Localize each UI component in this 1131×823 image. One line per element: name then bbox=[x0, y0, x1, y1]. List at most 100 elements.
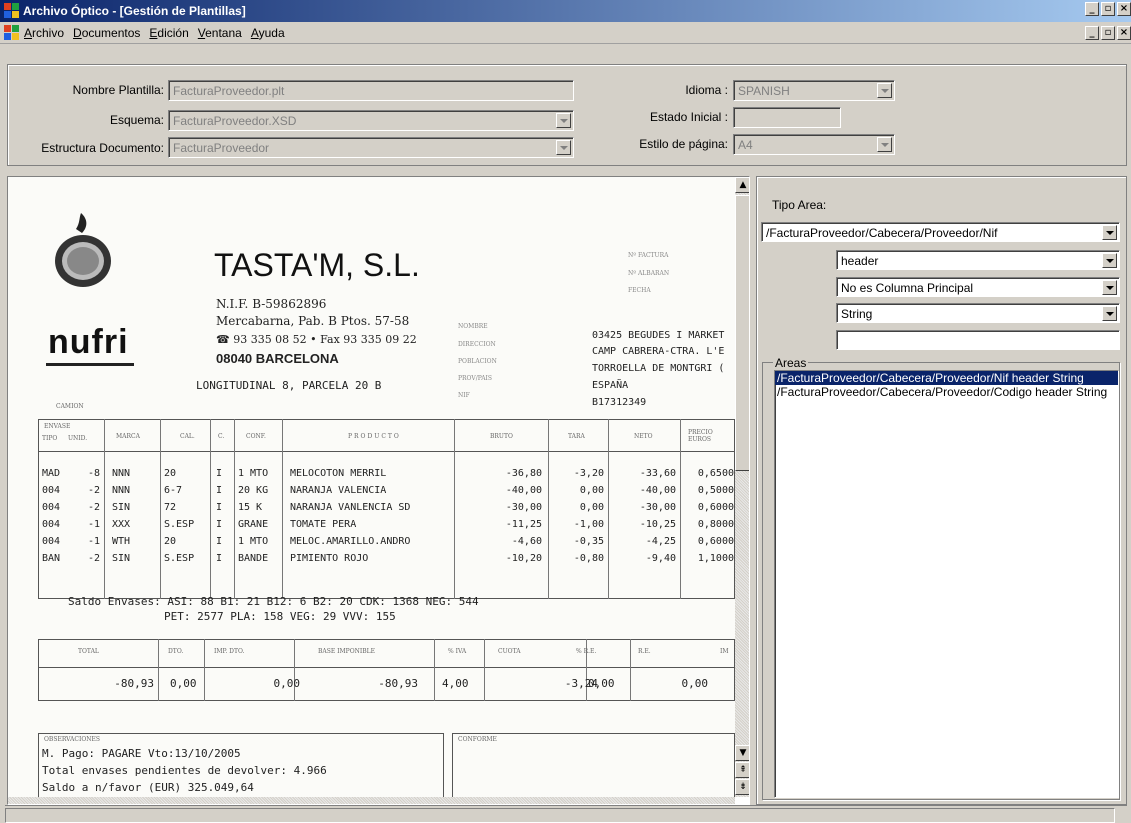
idioma-value: SPANISH bbox=[738, 84, 790, 98]
menu-edicion[interactable]: Edición bbox=[149, 26, 188, 40]
totals-header: TOTAL bbox=[78, 648, 99, 655]
columna-select[interactable]: No es Columna Principal bbox=[836, 277, 1120, 297]
child-close-button[interactable]: × bbox=[1117, 26, 1131, 40]
meta-label: Nº FACTURA bbox=[628, 252, 669, 259]
section-select[interactable]: header bbox=[836, 250, 1120, 270]
minimize-button[interactable]: _ bbox=[1085, 2, 1099, 16]
chevron-down-icon[interactable] bbox=[1102, 306, 1117, 321]
page-down-button[interactable]: ⇟ bbox=[735, 779, 749, 795]
table-cell: 1 MTO bbox=[238, 536, 269, 547]
document-viewer[interactable]: nufri TASTA'M, S.L. N.I.F. B-59862896 Me… bbox=[7, 176, 750, 805]
chevron-down-icon[interactable] bbox=[1102, 225, 1117, 240]
table-cell: 20 KG bbox=[238, 485, 269, 496]
table-cell: -30,00 bbox=[639, 502, 676, 513]
areas-list[interactable]: /FacturaProveedor/Cabecera/Proveedor/Nif… bbox=[774, 370, 1119, 798]
chevron-down-icon[interactable] bbox=[556, 113, 571, 128]
estructura-label: Estructura Documento: bbox=[41, 141, 164, 155]
nufri-logo bbox=[55, 213, 111, 287]
col-header: TIPO bbox=[42, 435, 58, 442]
table-cell: NARANJA VANLENCIA SD bbox=[290, 502, 411, 513]
menu-documentos[interactable]: Documentos bbox=[73, 26, 140, 40]
table-cell: -1 bbox=[87, 536, 100, 547]
totals-value: 0,00 bbox=[170, 677, 197, 690]
horizontal-scrollbar[interactable] bbox=[8, 797, 735, 804]
obs-line: Saldo a n/favor (EUR) 325.049,64 bbox=[42, 781, 254, 794]
totals-header: DTO. bbox=[168, 648, 184, 655]
col-header: TARA bbox=[568, 433, 585, 440]
scanned-invoice[interactable]: nufri TASTA'M, S.L. N.I.F. B-59862896 Me… bbox=[8, 177, 735, 797]
vertical-scrollbar[interactable]: ▲ ▼ ⇞ ⇟ bbox=[735, 177, 749, 797]
title-bar: Archivo Óptico - [Gestión de Plantillas]… bbox=[0, 0, 1131, 22]
table-cell: 0,6000 bbox=[697, 502, 734, 513]
client-line: ESPAÑA bbox=[592, 380, 629, 391]
nombre-field[interactable]: FacturaProveedor.plt bbox=[168, 80, 574, 101]
chevron-down-icon[interactable] bbox=[556, 140, 571, 155]
menu-archivo[interactable]: Archivo bbox=[24, 26, 64, 40]
section-value: header bbox=[841, 254, 879, 268]
extra-input[interactable] bbox=[836, 330, 1120, 350]
table-cell: 15 K bbox=[238, 502, 263, 513]
table-cell: NARANJA VALENCIA bbox=[290, 485, 387, 496]
window-title: Archivo Óptico - [Gestión de Plantillas] bbox=[23, 4, 246, 18]
company-address2: LONGITUDINAL 8, PARCELA 20 B bbox=[196, 379, 382, 392]
close-button[interactable]: × bbox=[1117, 2, 1131, 16]
table-cell: -0,35 bbox=[573, 536, 604, 547]
col-header: UNID. bbox=[68, 435, 88, 442]
table-cell: -2 bbox=[87, 553, 100, 564]
col-header: ENVASE bbox=[44, 423, 71, 430]
client-label: POBLACION bbox=[458, 358, 497, 365]
totals-value: -3,24 bbox=[564, 677, 598, 690]
maximize-button[interactable]: ▫ bbox=[1101, 2, 1115, 16]
col-header: PRODUCTO bbox=[348, 433, 401, 440]
idioma-label: Idioma : bbox=[685, 83, 728, 97]
client-label: DIRECCION bbox=[458, 341, 496, 348]
scroll-down-button[interactable]: ▼ bbox=[735, 745, 749, 761]
estructura-select[interactable]: FacturaProveedor bbox=[168, 137, 574, 158]
list-item[interactable]: /FacturaProveedor/Cabecera/Proveedor/Nif… bbox=[775, 371, 1118, 385]
doc-icon bbox=[4, 24, 20, 41]
client-line: TORROELLA DE MONTGRI ( bbox=[592, 363, 725, 374]
meta-label: FECHA bbox=[628, 287, 651, 294]
estilo-select[interactable]: A4 bbox=[733, 134, 895, 155]
client-line: CAMP CABRERA-CTRA. L'E bbox=[592, 346, 725, 357]
tipo-area-select[interactable]: /FacturaProveedor/Cabecera/Proveedor/Nif bbox=[761, 222, 1120, 242]
table-cell: BANDE bbox=[238, 553, 269, 564]
table-cell: PIMIENTO ROJO bbox=[290, 553, 369, 564]
esquema-select[interactable]: FacturaProveedor.XSD bbox=[168, 110, 574, 131]
child-minimize-button[interactable]: _ bbox=[1085, 26, 1099, 40]
totals-value: 0,00 bbox=[273, 677, 301, 690]
conforme-label: CONFORME bbox=[458, 736, 497, 743]
status-bar bbox=[5, 805, 1127, 823]
totals-value: -80,93 bbox=[378, 677, 418, 690]
columna-value: No es Columna Principal bbox=[841, 281, 974, 295]
totals-header: % R.E. bbox=[576, 648, 597, 655]
list-item[interactable]: /FacturaProveedor/Cabecera/Proveedor/Cod… bbox=[775, 385, 1118, 399]
meta-label: Nº ALBARAN bbox=[628, 270, 670, 277]
chevron-down-icon[interactable] bbox=[877, 137, 892, 152]
table-cell: -2 bbox=[87, 485, 100, 496]
estado-label: Estado Inicial : bbox=[649, 110, 728, 124]
scroll-up-button[interactable]: ▲ bbox=[735, 177, 749, 193]
tipo-dato-select[interactable]: String bbox=[836, 303, 1120, 323]
totals-value: 4,00 bbox=[442, 677, 469, 690]
chevron-down-icon[interactable] bbox=[1102, 280, 1117, 295]
table-cell: NNN bbox=[112, 468, 131, 479]
chevron-down-icon[interactable] bbox=[1102, 253, 1117, 268]
idioma-select[interactable]: SPANISH bbox=[733, 80, 895, 101]
table-cell: I bbox=[216, 553, 223, 564]
table-cell: -40,00 bbox=[505, 485, 542, 496]
totals-value: 0,00 bbox=[681, 677, 709, 690]
table-cell: -30,00 bbox=[505, 502, 542, 513]
esquema-label: Esquema: bbox=[109, 113, 164, 127]
tipo-area-label: Tipo Area: bbox=[772, 198, 827, 212]
page-up-button[interactable]: ⇞ bbox=[735, 762, 749, 778]
table-cell: I bbox=[216, 502, 223, 513]
table-cell: -8 bbox=[87, 468, 100, 479]
chevron-down-icon[interactable] bbox=[877, 83, 892, 98]
menu-ventana[interactable]: Ventana bbox=[198, 26, 242, 40]
scroll-thumb[interactable] bbox=[735, 195, 749, 471]
totals-value: -80,93 bbox=[114, 677, 154, 690]
child-maximize-button[interactable]: ▫ bbox=[1101, 26, 1115, 40]
menu-ayuda[interactable]: Ayuda bbox=[251, 26, 285, 40]
estado-field[interactable] bbox=[733, 107, 841, 128]
